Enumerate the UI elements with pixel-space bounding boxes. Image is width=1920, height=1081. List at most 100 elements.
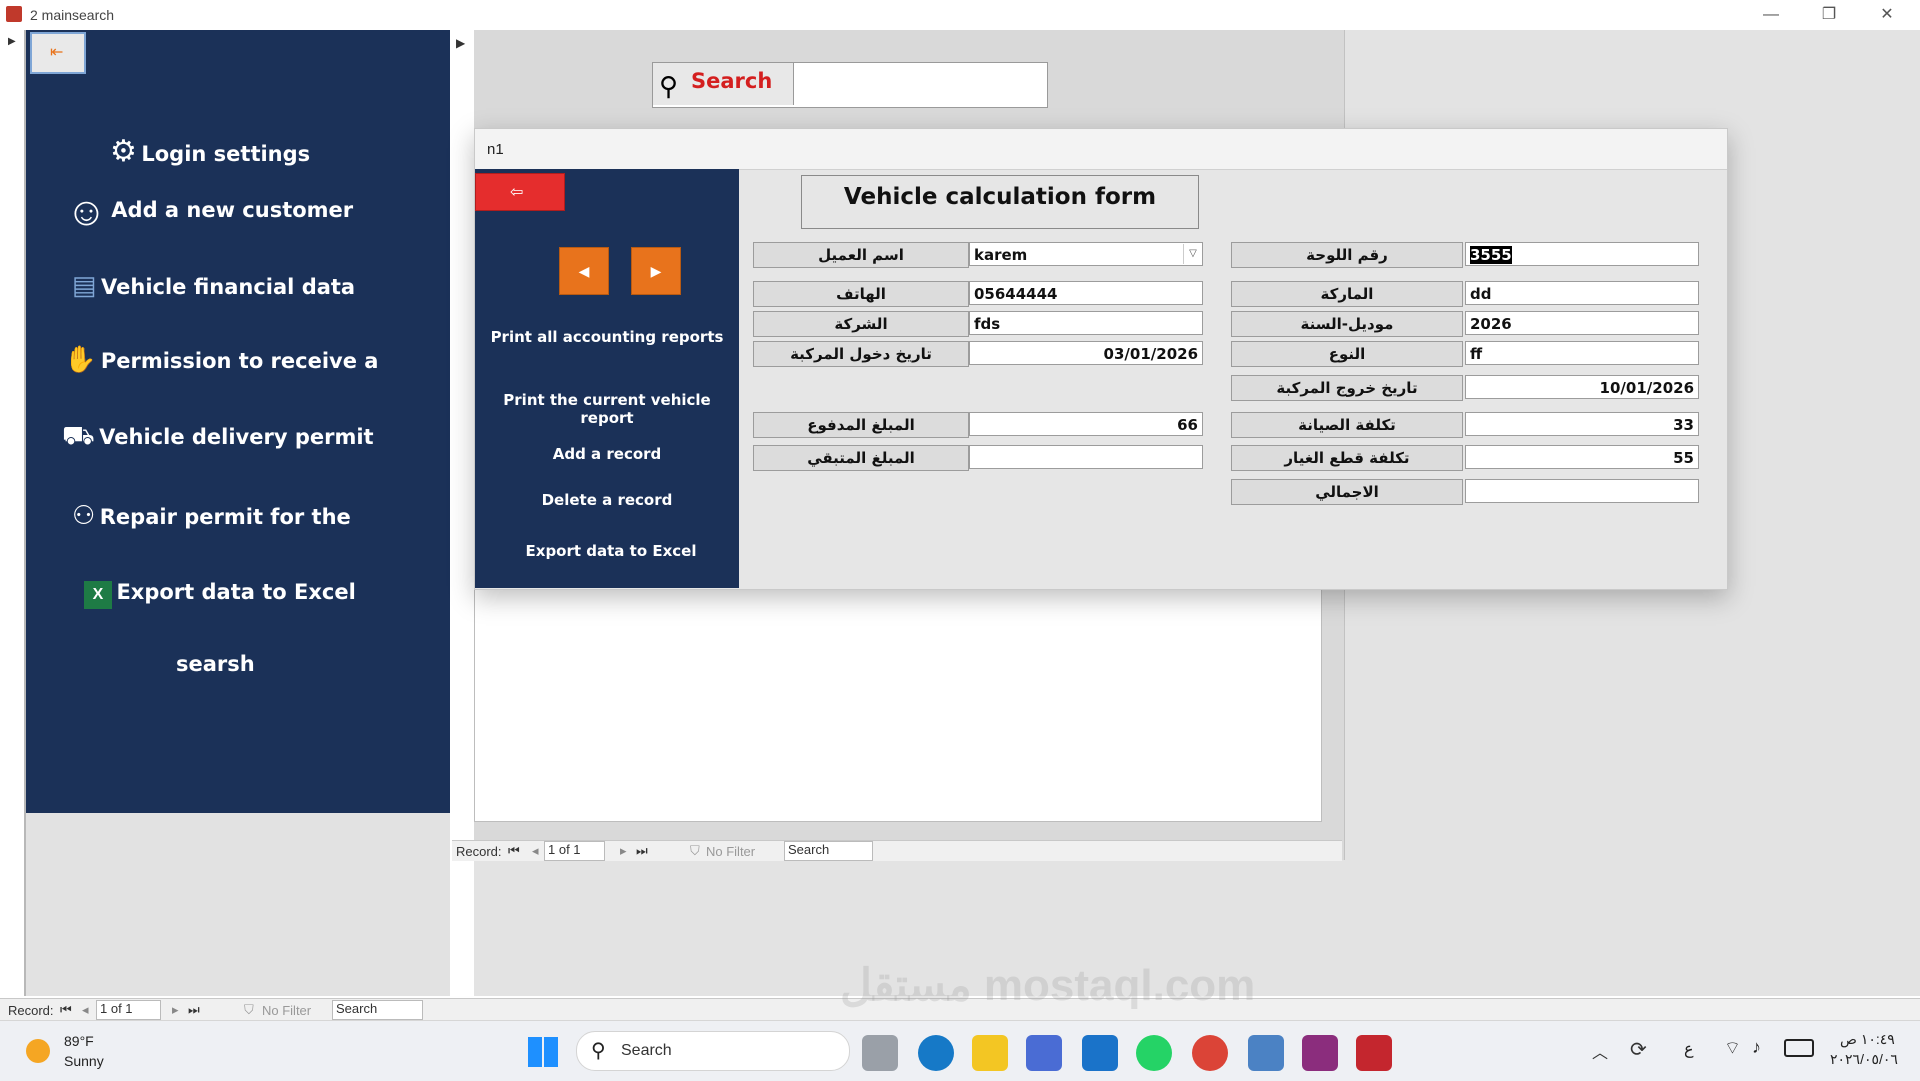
phone-field[interactable]: 05644444 <box>969 281 1203 305</box>
form-title: Vehicle calculation form <box>843 184 1157 210</box>
whatsapp-icon[interactable] <box>1136 1035 1172 1071</box>
excel-icon: X <box>84 580 112 609</box>
export-excel-button[interactable]: Export data to Excel <box>479 542 743 560</box>
task-view-icon[interactable] <box>862 1035 898 1071</box>
customer-name-label: اسم العميل <box>753 242 969 268</box>
next-record-button[interactable]: ▸ <box>620 843 627 859</box>
nav-item-label: Vehicle financial data <box>101 275 356 299</box>
taskbar: 89°F Sunny ⚲ Search ︿ ⟳ ع ⌔ ♪ ١٠:٤٩ ص ٢٠… <box>0 1020 1920 1081</box>
filter-icon: ⛉ <box>244 1002 254 1017</box>
collapse-arrow-icon[interactable]: ▶ <box>456 36 465 50</box>
maintenance-cost-field[interactable]: 33 <box>1465 412 1699 436</box>
gear-icon: ⚙ <box>110 135 137 168</box>
exit-date-field[interactable]: 10/01/2026 <box>1465 375 1699 399</box>
minimize-button[interactable]: — <box>1748 2 1794 28</box>
nav-item-delivery-permit[interactable]: ⛟ Vehicle delivery permit <box>62 420 374 455</box>
plate-number-label: رقم اللوحة <box>1231 242 1463 268</box>
brand-field[interactable]: dd <box>1465 281 1699 305</box>
sync-icon[interactable]: ⟳ <box>1630 1037 1647 1062</box>
type-field[interactable]: ff <box>1465 341 1699 365</box>
add-record-button[interactable]: Add a record <box>475 445 739 463</box>
outlook-icon[interactable] <box>1082 1035 1118 1071</box>
navigation-pane-footer <box>26 813 450 996</box>
winrar-icon[interactable] <box>1302 1035 1338 1071</box>
chrome-icon[interactable] <box>1192 1035 1228 1071</box>
plate-number-field[interactable]: 3555 <box>1465 242 1699 266</box>
volume-icon[interactable]: ♪ <box>1752 1037 1761 1058</box>
restore-button[interactable]: ❐ <box>1806 2 1852 28</box>
next-arrow-icon: ▶ <box>650 263 662 279</box>
chevron-down-icon[interactable]: ▽ <box>1183 244 1202 264</box>
clock-date[interactable]: ٢٠٢٦/٠٥/٠٦ <box>1830 1051 1898 1068</box>
record-position[interactable]: 1 of 1 <box>96 1000 161 1020</box>
amount-remaining-field[interactable] <box>969 445 1203 469</box>
search-label: Search <box>691 69 773 93</box>
print-all-reports-button[interactable]: Print all accounting reports <box>475 328 739 346</box>
chevron-up-icon[interactable]: ︿ <box>1592 1039 1608 1063</box>
delete-record-button[interactable]: Delete a record <box>475 491 739 509</box>
nav-item-add-customer[interactable]: ☺ Add a new customer <box>66 190 353 235</box>
previous-record-button[interactable]: ◀ <box>559 247 609 295</box>
scanner-icon[interactable] <box>1248 1035 1284 1071</box>
edge-icon[interactable] <box>918 1035 954 1071</box>
amount-paid-field[interactable]: 66 <box>969 412 1203 436</box>
nav-item-login-settings[interactable]: ⚙ Login settings <box>110 134 310 169</box>
subform-detail <box>474 585 1322 822</box>
app-icon <box>6 6 22 22</box>
window-titlebar: 2 mainsearch — ❐ ✕ <box>0 0 1920 30</box>
close-button[interactable]: ✕ <box>1864 2 1910 28</box>
search-icon: ⚲ <box>659 71 679 101</box>
model-year-label: موديل-السنة <box>1231 311 1463 337</box>
entry-date-field[interactable]: 03/01/2026 <box>969 341 1203 365</box>
back-button[interactable]: ⇤ <box>30 32 86 74</box>
exit-date-label: تاريخ خروج المركبة <box>1231 375 1463 401</box>
print-current-report-button[interactable]: Print the current vehicle report <box>475 391 739 427</box>
record-search-input[interactable]: Search <box>784 841 873 861</box>
file-explorer-icon[interactable] <box>972 1035 1008 1071</box>
type-label: النوع <box>1231 341 1463 367</box>
brand-label: الماركة <box>1231 281 1463 307</box>
language-indicator[interactable]: ع <box>1684 1039 1694 1059</box>
battery-icon[interactable] <box>1784 1039 1814 1057</box>
next-record-button[interactable]: ▶ <box>631 247 681 295</box>
access-icon[interactable] <box>1356 1035 1392 1071</box>
wifi-icon[interactable]: ⌔ <box>1724 1037 1741 1060</box>
start-button[interactable] <box>528 1037 558 1067</box>
last-record-button[interactable]: ⏭ <box>636 843 648 859</box>
next-record-button[interactable]: ▸ <box>172 1002 179 1018</box>
clock-time[interactable]: ١٠:٤٩ ص <box>1840 1031 1895 1048</box>
company-field[interactable]: fds <box>969 311 1203 335</box>
first-record-button[interactable]: ⏮ <box>508 843 520 859</box>
exit-icon: ⇦ <box>510 184 524 201</box>
watermark: مستقل mostaql.com <box>840 961 1256 1010</box>
prev-record-button[interactable]: ◂ <box>82 1002 89 1018</box>
spare-parts-cost-field[interactable]: 55 <box>1465 445 1699 469</box>
subform-record-navigator: Record: ⏮ ◂ 1 of 1 ▸ ⏭ ⛉ No Filter Searc… <box>452 840 1342 861</box>
entry-date-label: تاريخ دخول المركبة <box>753 341 969 367</box>
last-record-button[interactable]: ⏭ <box>188 1002 200 1018</box>
nav-item-search[interactable]: searsh <box>176 652 255 676</box>
nav-item-repair-permit[interactable]: ⚇ Repair permit for the <box>72 500 351 531</box>
nav-item-export-excel[interactable]: X Export data to Excel <box>84 580 356 609</box>
weather-temp: 89°F <box>64 1033 94 1049</box>
spare-parts-cost-label: تكلفة قطع الغيار <box>1231 445 1463 471</box>
filter-status[interactable]: No Filter <box>706 844 755 859</box>
nav-item-vehicle-financial-data[interactable]: ▤ Vehicle financial data <box>72 270 355 301</box>
customer-name-dropdown[interactable]: karem <box>969 242 1203 266</box>
expand-arrow-icon[interactable]: ▶ <box>8 36 16 47</box>
nav-item-permission-receive[interactable]: ✋ Permission to receive a <box>64 344 378 375</box>
filter-status[interactable]: No Filter <box>262 1003 311 1018</box>
form-title-box: Vehicle calculation form <box>801 175 1199 229</box>
taskbar-search[interactable]: ⚲ Search <box>576 1031 850 1071</box>
first-record-button[interactable]: ⏮ <box>60 1002 72 1018</box>
store-icon[interactable] <box>1026 1035 1062 1071</box>
search-input[interactable] <box>795 63 1045 105</box>
close-form-button[interactable]: ⇦ <box>475 173 565 211</box>
record-position[interactable]: 1 of 1 <box>544 841 605 861</box>
total-field[interactable] <box>1465 479 1699 503</box>
company-label: الشركة <box>753 311 969 337</box>
windows-icon <box>528 1037 558 1067</box>
record-search-input[interactable]: Search <box>332 1000 423 1020</box>
model-year-field[interactable]: 2026 <box>1465 311 1699 335</box>
prev-record-button[interactable]: ◂ <box>532 843 539 859</box>
